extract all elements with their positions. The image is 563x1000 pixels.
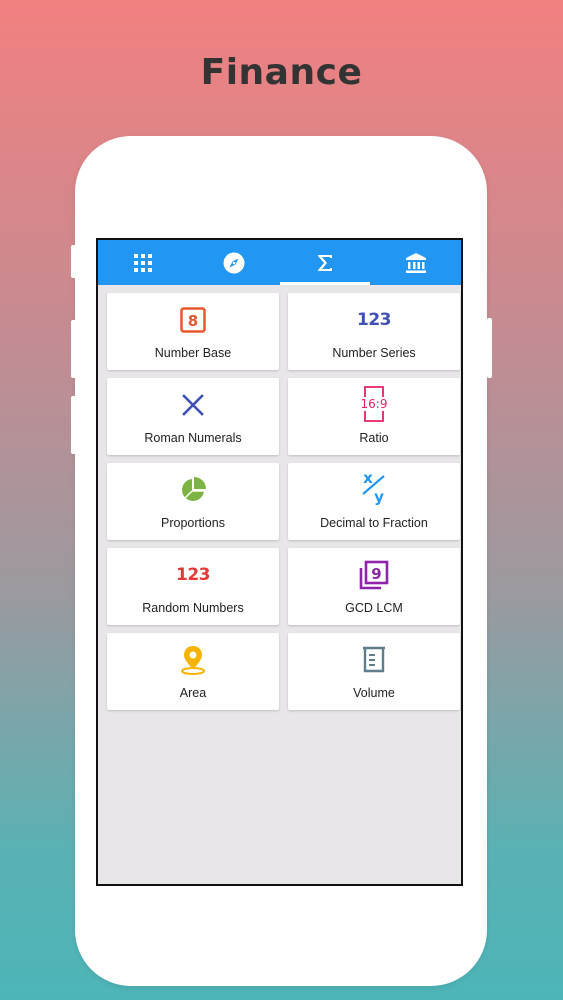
calculator-grid: 8 Number Base 123 Number Series Roman Nu… bbox=[98, 285, 461, 710]
card-number-series[interactable]: 123 Number Series bbox=[288, 293, 460, 370]
location-pin-icon bbox=[181, 646, 205, 675]
sigma-icon bbox=[317, 254, 332, 271]
fraction-numerator: x bbox=[363, 470, 373, 487]
card-label: Volume bbox=[353, 686, 395, 700]
tab-explore[interactable] bbox=[189, 240, 280, 285]
beaker-icon bbox=[363, 646, 385, 673]
card-label: Number Series bbox=[332, 346, 416, 360]
random-numbers-icon: 123 bbox=[176, 565, 211, 585]
card-decimal-to-fraction[interactable]: x y Decimal to Fraction bbox=[288, 463, 460, 540]
phone-side-button bbox=[71, 245, 76, 278]
card-random-numbers[interactable]: 123 Random Numbers bbox=[107, 548, 279, 625]
app-screen: 8 Number Base 123 Number Series Roman Nu… bbox=[96, 238, 463, 886]
card-gcd-lcm[interactable]: 9 GCD LCM bbox=[288, 548, 460, 625]
number-base-icon: 8 bbox=[180, 307, 206, 333]
grid-icon bbox=[134, 253, 153, 272]
card-area[interactable]: Area bbox=[107, 633, 279, 710]
phone-side-button bbox=[71, 396, 76, 454]
card-proportions[interactable]: Proportions bbox=[107, 463, 279, 540]
card-label: Area bbox=[179, 686, 207, 700]
gcd-lcm-icon-text: 9 bbox=[371, 565, 381, 583]
phone-side-button bbox=[71, 320, 76, 378]
card-label: GCD LCM bbox=[345, 601, 403, 615]
card-label: Random Numbers bbox=[142, 601, 244, 615]
card-label: Decimal to Fraction bbox=[320, 516, 428, 530]
pie-chart-icon bbox=[182, 477, 206, 501]
card-roman-numerals[interactable]: Roman Numerals bbox=[107, 378, 279, 455]
tab-finance[interactable] bbox=[370, 240, 461, 285]
bank-icon bbox=[405, 252, 426, 273]
ratio-icon-text: 16:9 bbox=[361, 397, 388, 411]
tab-apps[interactable] bbox=[98, 240, 189, 285]
roman-numerals-icon bbox=[182, 394, 204, 416]
card-label: Ratio bbox=[359, 431, 389, 445]
fraction-denominator: y bbox=[374, 488, 384, 506]
tab-math[interactable] bbox=[279, 240, 371, 285]
card-label: Number Base bbox=[154, 346, 232, 360]
fraction-icon: x y bbox=[362, 470, 385, 506]
card-label: Roman Numerals bbox=[144, 431, 242, 445]
compass-icon bbox=[223, 252, 245, 273]
card-label: Proportions bbox=[161, 516, 225, 530]
phone-side-button bbox=[487, 318, 492, 378]
headline: Finance bbox=[200, 52, 363, 93]
card-number-base[interactable]: 8 Number Base bbox=[107, 293, 279, 370]
tab-bar bbox=[98, 240, 461, 285]
ratio-icon: 16:9 bbox=[361, 386, 388, 422]
card-volume[interactable]: Volume bbox=[288, 633, 460, 710]
number-base-icon-text: 8 bbox=[188, 312, 198, 330]
card-ratio[interactable]: 16:9 Ratio bbox=[288, 378, 460, 455]
number-series-icon: 123 bbox=[357, 310, 392, 330]
gcd-lcm-icon: 9 bbox=[359, 560, 389, 590]
